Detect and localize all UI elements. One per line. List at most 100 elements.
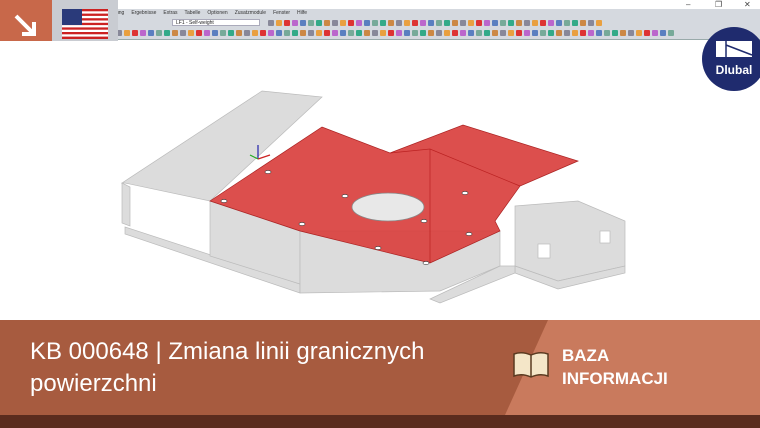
toolbar-button[interactable]	[620, 30, 626, 36]
toolbar-button[interactable]	[244, 30, 250, 36]
toolbar-button[interactable]	[316, 30, 322, 36]
toolbar-button[interactable]	[140, 30, 146, 36]
toolbar-button[interactable]	[476, 20, 482, 26]
toolbar-button[interactable]	[476, 30, 482, 36]
toolbar-button[interactable]	[196, 30, 202, 36]
toolbar-button[interactable]	[492, 20, 498, 26]
toolbar-button[interactable]	[532, 30, 538, 36]
toolbar-button[interactable]	[268, 20, 274, 26]
toolbar-button[interactable]	[132, 30, 138, 36]
toolbar-button[interactable]	[580, 20, 586, 26]
toolbar-button[interactable]	[484, 30, 490, 36]
toolbar-button[interactable]	[652, 30, 658, 36]
toolbar-button[interactable]	[332, 20, 338, 26]
toolbar-button[interactable]	[580, 30, 586, 36]
toolbar-button[interactable]	[188, 30, 194, 36]
toolbar-button[interactable]	[492, 30, 498, 36]
toolbar-button[interactable]	[236, 30, 242, 36]
toolbar-button[interactable]	[452, 30, 458, 36]
toolbar-button[interactable]	[564, 30, 570, 36]
toolbar-button[interactable]	[436, 30, 442, 36]
toolbar-button[interactable]	[396, 30, 402, 36]
toolbar-button[interactable]	[556, 20, 562, 26]
toolbar-button[interactable]	[412, 30, 418, 36]
toolbar-button[interactable]	[388, 20, 394, 26]
toolbar-button[interactable]	[324, 30, 330, 36]
toolbar-button[interactable]	[540, 20, 546, 26]
toolbar-button[interactable]	[396, 20, 402, 26]
toolbar-button[interactable]	[380, 30, 386, 36]
menu-optionen[interactable]: Optionen	[207, 10, 227, 16]
toolbar-button[interactable]	[164, 30, 170, 36]
model-viewport[interactable]	[0, 41, 760, 320]
toolbar-button[interactable]	[380, 20, 386, 26]
toolbar-button[interactable]	[348, 20, 354, 26]
toolbar-button[interactable]	[460, 30, 466, 36]
toolbar-button[interactable]	[340, 20, 346, 26]
toolbar-button[interactable]	[516, 30, 522, 36]
toolbar-button[interactable]	[212, 30, 218, 36]
toolbar-button[interactable]	[564, 20, 570, 26]
toolbar-button[interactable]	[596, 30, 602, 36]
toolbar-button[interactable]	[588, 20, 594, 26]
menu-hilfe[interactable]: Hilfe	[297, 10, 307, 16]
toolbar-button[interactable]	[284, 30, 290, 36]
toolbar-button[interactable]	[228, 30, 234, 36]
toolbar-button[interactable]	[260, 30, 266, 36]
toolbar-button[interactable]	[148, 30, 154, 36]
toolbar-button[interactable]	[404, 20, 410, 26]
toolbar-button[interactable]	[284, 20, 290, 26]
toolbar-button[interactable]	[548, 30, 554, 36]
toolbar-button[interactable]	[428, 30, 434, 36]
menu-fenster[interactable]: Fenster	[273, 10, 290, 16]
toolbar-button[interactable]	[596, 20, 602, 26]
toolbar-button[interactable]	[404, 30, 410, 36]
toolbar-button[interactable]	[532, 20, 538, 26]
close-button[interactable]: ✕	[744, 0, 751, 9]
menu-zusatzmodule[interactable]: Zusatzmodule	[235, 10, 266, 16]
restore-button[interactable]: ❐	[715, 0, 722, 9]
toolbar-button[interactable]	[420, 20, 426, 26]
toolbar-button[interactable]	[276, 20, 282, 26]
toolbar-button[interactable]	[364, 20, 370, 26]
toolbar-button[interactable]	[468, 20, 474, 26]
toolbar-button[interactable]	[524, 20, 530, 26]
toolbar-button[interactable]	[540, 30, 546, 36]
toolbar-button[interactable]	[628, 30, 634, 36]
toolbar-button[interactable]	[508, 30, 514, 36]
toolbar-button[interactable]	[668, 30, 674, 36]
toolbar-button[interactable]	[308, 20, 314, 26]
toolbar-button[interactable]	[364, 30, 370, 36]
toolbar-button[interactable]	[124, 30, 130, 36]
toolbar-button[interactable]	[572, 20, 578, 26]
toolbar-button[interactable]	[348, 30, 354, 36]
toolbar-button[interactable]	[276, 30, 282, 36]
toolbar-button[interactable]	[332, 30, 338, 36]
toolbar-button[interactable]	[356, 30, 362, 36]
toolbar-button[interactable]	[420, 30, 426, 36]
toolbar-button[interactable]	[180, 30, 186, 36]
toolbar-button[interactable]	[460, 20, 466, 26]
toolbar-button[interactable]	[548, 20, 554, 26]
toolbar-button[interactable]	[524, 30, 530, 36]
toolbar-button[interactable]	[412, 20, 418, 26]
menu-ergebnisse[interactable]: Ergebnisse	[131, 10, 156, 16]
toolbar-button[interactable]	[452, 20, 458, 26]
menu-tabelle[interactable]: Tabelle	[185, 10, 201, 16]
toolbar-button[interactable]	[300, 30, 306, 36]
toolbar-button[interactable]	[444, 20, 450, 26]
toolbar-button[interactable]	[316, 20, 322, 26]
toolbar-button[interactable]	[372, 20, 378, 26]
toolbar-button[interactable]	[220, 30, 226, 36]
toolbar-button[interactable]	[588, 30, 594, 36]
toolbar-button[interactable]	[300, 20, 306, 26]
toolbar-button[interactable]	[572, 30, 578, 36]
minimize-button[interactable]: –	[686, 0, 690, 9]
load-case-select[interactable]: LF1 - Self-weight	[172, 19, 260, 26]
toolbar-button[interactable]	[436, 20, 442, 26]
toolbar-button[interactable]	[356, 20, 362, 26]
toolbar-button[interactable]	[500, 30, 506, 36]
toolbar-button[interactable]	[340, 30, 346, 36]
toolbar-button[interactable]	[636, 30, 642, 36]
menu-extras[interactable]: Extras	[163, 10, 177, 16]
